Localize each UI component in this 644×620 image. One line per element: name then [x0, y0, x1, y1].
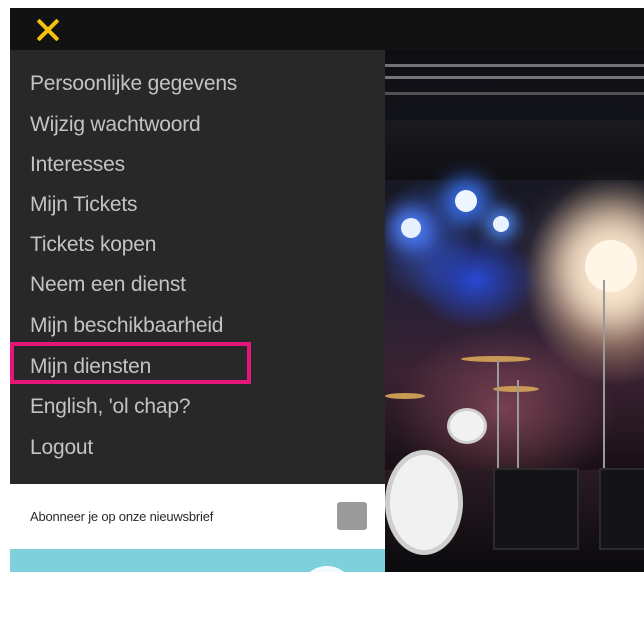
- lighting-rig: [385, 120, 644, 180]
- menu-item-wijzig-wachtwoord[interactable]: Wijzig wachtwoord: [30, 113, 201, 137]
- menu-item-tickets-kopen[interactable]: Tickets kopen: [30, 233, 156, 257]
- cymbal: [461, 356, 531, 362]
- stage-monitor: [599, 468, 644, 550]
- nav-menu: Persoonlijke gegevens Wijzig wachtwoord …: [10, 50, 385, 484]
- highlight-box: [10, 342, 251, 384]
- spotlight: [585, 240, 637, 292]
- spotlight: [493, 216, 509, 232]
- top-bar: [10, 8, 644, 50]
- truss-beam: [385, 76, 644, 79]
- stage-monitor: [493, 468, 579, 550]
- spotlight: [455, 190, 477, 212]
- menu-item-english[interactable]: English, 'ol chap?: [30, 395, 191, 419]
- menu-item-interesses[interactable]: Interesses: [30, 153, 125, 177]
- tom-drum: [447, 408, 487, 444]
- circle-button[interactable]: [300, 566, 354, 620]
- menu-item-neem-een-dienst[interactable]: Neem een dienst: [30, 273, 186, 297]
- bass-drum: [385, 450, 463, 555]
- cymbal: [385, 393, 425, 399]
- newsletter-checkbox[interactable]: [337, 502, 367, 530]
- cymbal: [493, 386, 539, 392]
- menu-item-persoonlijke-gegevens[interactable]: Persoonlijke gegevens: [30, 72, 237, 96]
- truss-beam: [385, 64, 644, 67]
- menu-item-mijn-tickets[interactable]: Mijn Tickets: [30, 193, 137, 217]
- close-icon[interactable]: [36, 18, 60, 42]
- menu-item-mijn-beschikbaarheid[interactable]: Mijn beschikbaarheid: [30, 314, 223, 338]
- menu-item-logout[interactable]: Logout: [30, 436, 93, 460]
- spotlight: [401, 218, 421, 238]
- truss-beam: [385, 92, 644, 95]
- newsletter-label: Abonneer je op onze nieuwsbrief: [30, 509, 214, 524]
- stage-photo: [385, 50, 644, 572]
